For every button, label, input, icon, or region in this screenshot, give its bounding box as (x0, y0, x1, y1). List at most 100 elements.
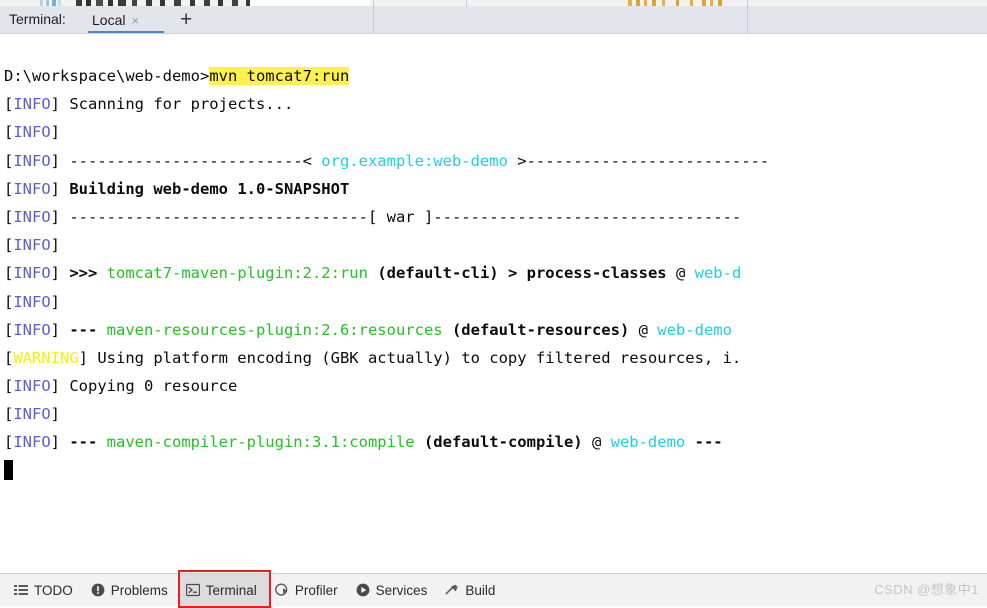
line-info-blank-1: [INFO] (0, 118, 987, 146)
tool-window-button-services[interactable]: Services (350, 574, 440, 606)
tool-window-button-build[interactable]: Build (439, 574, 507, 606)
terminal-cursor (4, 459, 13, 480)
console-text-segment: ] (50, 433, 70, 452)
console-text-segment: ] (50, 236, 70, 255)
warning-icon (91, 583, 105, 597)
console-text-segment: [ (4, 151, 14, 170)
console-text-segment (499, 264, 508, 282)
console-text-segment: [ (4, 236, 14, 255)
console-text-segment: maven-resources-plugin:2.6:resources (106, 320, 443, 339)
line-building: [INFO] Building web-demo 1.0-SNAPSHOT (0, 175, 987, 203)
tool-window-button-problems[interactable]: Problems (85, 574, 180, 606)
terminal-tab-local-label: Local (92, 12, 126, 28)
line-scanning: [INFO] Scanning for projects... (0, 90, 987, 118)
console-text-segment: maven-compiler-plugin:3.1:compile (106, 433, 415, 452)
console-text-segment: [ (4, 405, 14, 424)
tool-window-button-label: Terminal (205, 582, 257, 598)
console-text-segment: INFO (13, 207, 51, 226)
line-info-blank-4: [INFO] (0, 400, 987, 428)
terminal-tab-bar: Terminal: Local × + (0, 6, 987, 34)
console-text-segment: (default-compile) (423, 433, 583, 452)
console-text-segment: Building web-demo 1.0-SNAPSHOT (69, 179, 350, 198)
console-text-segment: [ (4, 320, 14, 339)
console-text-segment: ] (50, 292, 70, 311)
tabbar-separator (747, 6, 748, 34)
tool-window-button-profiler[interactable]: Profiler (269, 574, 350, 606)
tool-window-button-label: Services (375, 582, 428, 598)
list-icon (14, 583, 28, 597)
console-text-segment: @ (582, 433, 611, 452)
console-text-segment: ] Scanning for projects... (50, 95, 294, 114)
console-text-segment: [ (4, 123, 14, 142)
console-text-segment: [ (4, 377, 14, 396)
console-text-segment: ] Using platform encoding (GBK actually)… (78, 348, 742, 367)
console-text-segment: ] (50, 320, 70, 339)
tabbar-separator (373, 6, 374, 34)
terminal-tool-label: Terminal: (9, 11, 66, 27)
tool-window-button-label: TODO (34, 582, 73, 598)
console-text-segment: [ (4, 95, 14, 114)
line-warning-encoding: [WARNING] Using platform encoding (GBK a… (0, 344, 987, 372)
line-coords-banner: [INFO] -------------------------< org.ex… (0, 147, 987, 175)
line-info-blank-2: [INFO] (0, 231, 987, 259)
console-text-segment: ] Copying 0 resource (50, 377, 238, 396)
console-text-segment: @ (629, 320, 658, 339)
console-text-segment: INFO (13, 264, 51, 283)
console-text-segment: INFO (13, 151, 51, 170)
close-icon[interactable]: × (131, 14, 139, 27)
console-text-segment (415, 433, 424, 451)
console-text-segment: > process-classes (507, 264, 667, 283)
console-text-segment: --- (694, 433, 723, 452)
terminal-icon (185, 583, 200, 597)
hammer-icon (445, 583, 459, 597)
terminal-console-output[interactable]: D:\workspace\web-demo>mvn tomcat7:run [IN… (0, 35, 987, 573)
console-text-segment: (default-resources) (451, 320, 630, 339)
console-text-segment: [ (4, 264, 14, 283)
console-text-segment: org.example:web-demo (321, 151, 508, 170)
console-text-segment: INFO (13, 95, 51, 114)
console-text-segment: ] (50, 123, 70, 142)
console-text-segment: [ (4, 207, 14, 226)
console-text-segment: INFO (13, 179, 51, 198)
console-text-segment: web-demo (657, 320, 732, 339)
console-text-segment (443, 321, 452, 339)
console-text-segment: ] -------------------------< (50, 151, 322, 170)
console-text-segment: tomcat7-maven-plugin:2.2:run (106, 264, 368, 283)
console-text-segment: [ (4, 348, 14, 367)
tabbar-bottom-border (0, 33, 987, 34)
add-tab-icon[interactable]: + (180, 9, 192, 31)
console-text-segment: INFO (13, 292, 51, 311)
console-text-segment: INFO (13, 123, 51, 142)
tool-window-button-label: Build (465, 582, 496, 598)
tool-window-button-terminal[interactable]: Terminal (179, 574, 269, 606)
console-text-segment: (default-cli) (377, 264, 499, 283)
play-icon (356, 583, 370, 597)
tool-window-button-label: Problems (110, 582, 168, 598)
line-compiler-plugin: [INFO] --- maven-compiler-plugin:3.1:com… (0, 428, 987, 456)
console-text-segment: ] (50, 179, 70, 198)
profiler-icon (274, 583, 289, 597)
console-text-segment: INFO (13, 405, 51, 424)
console-text-segment: mvn tomcat7:run (209, 67, 350, 85)
console-text-segment: >>> (69, 264, 107, 283)
console-text-segment: INFO (13, 377, 51, 396)
console-text-segment: --- (69, 433, 107, 452)
tool-window-button-group: TODO Problems Terminal Profiler Services Buil… (8, 574, 507, 606)
tool-window-status-bar: TODO Problems Terminal Profiler Services Buil… (0, 570, 987, 608)
line-resources-plugin: [INFO] --- maven-resources-plugin:2.6:re… (0, 316, 987, 344)
console-text-segment: INFO (13, 236, 51, 255)
terminal-tab-local[interactable]: Local × (92, 6, 139, 34)
console-text-segment (368, 264, 377, 282)
console-text-segment: [ (4, 433, 14, 452)
tool-window-button-label: Profiler (294, 582, 338, 598)
console-text-segment: web-demo (610, 433, 686, 452)
line-packaging-banner: [INFO] --------------------------------[… (0, 203, 987, 231)
csdn-watermark: CSDN @想象中1 (874, 582, 979, 597)
line-prompt: D:\workspace\web-demo>mvn tomcat7:run (0, 62, 987, 90)
console-text-segment: ] (50, 405, 70, 424)
line-copying: [INFO] Copying 0 resource (0, 372, 987, 400)
console-text-segment: @ (666, 264, 695, 283)
console-text-segment (685, 433, 694, 451)
tool-window-button-todo[interactable]: TODO (8, 574, 85, 606)
line-tomcat7-run: [INFO] >>> tomcat7-maven-plugin:2.2:run … (0, 259, 987, 287)
